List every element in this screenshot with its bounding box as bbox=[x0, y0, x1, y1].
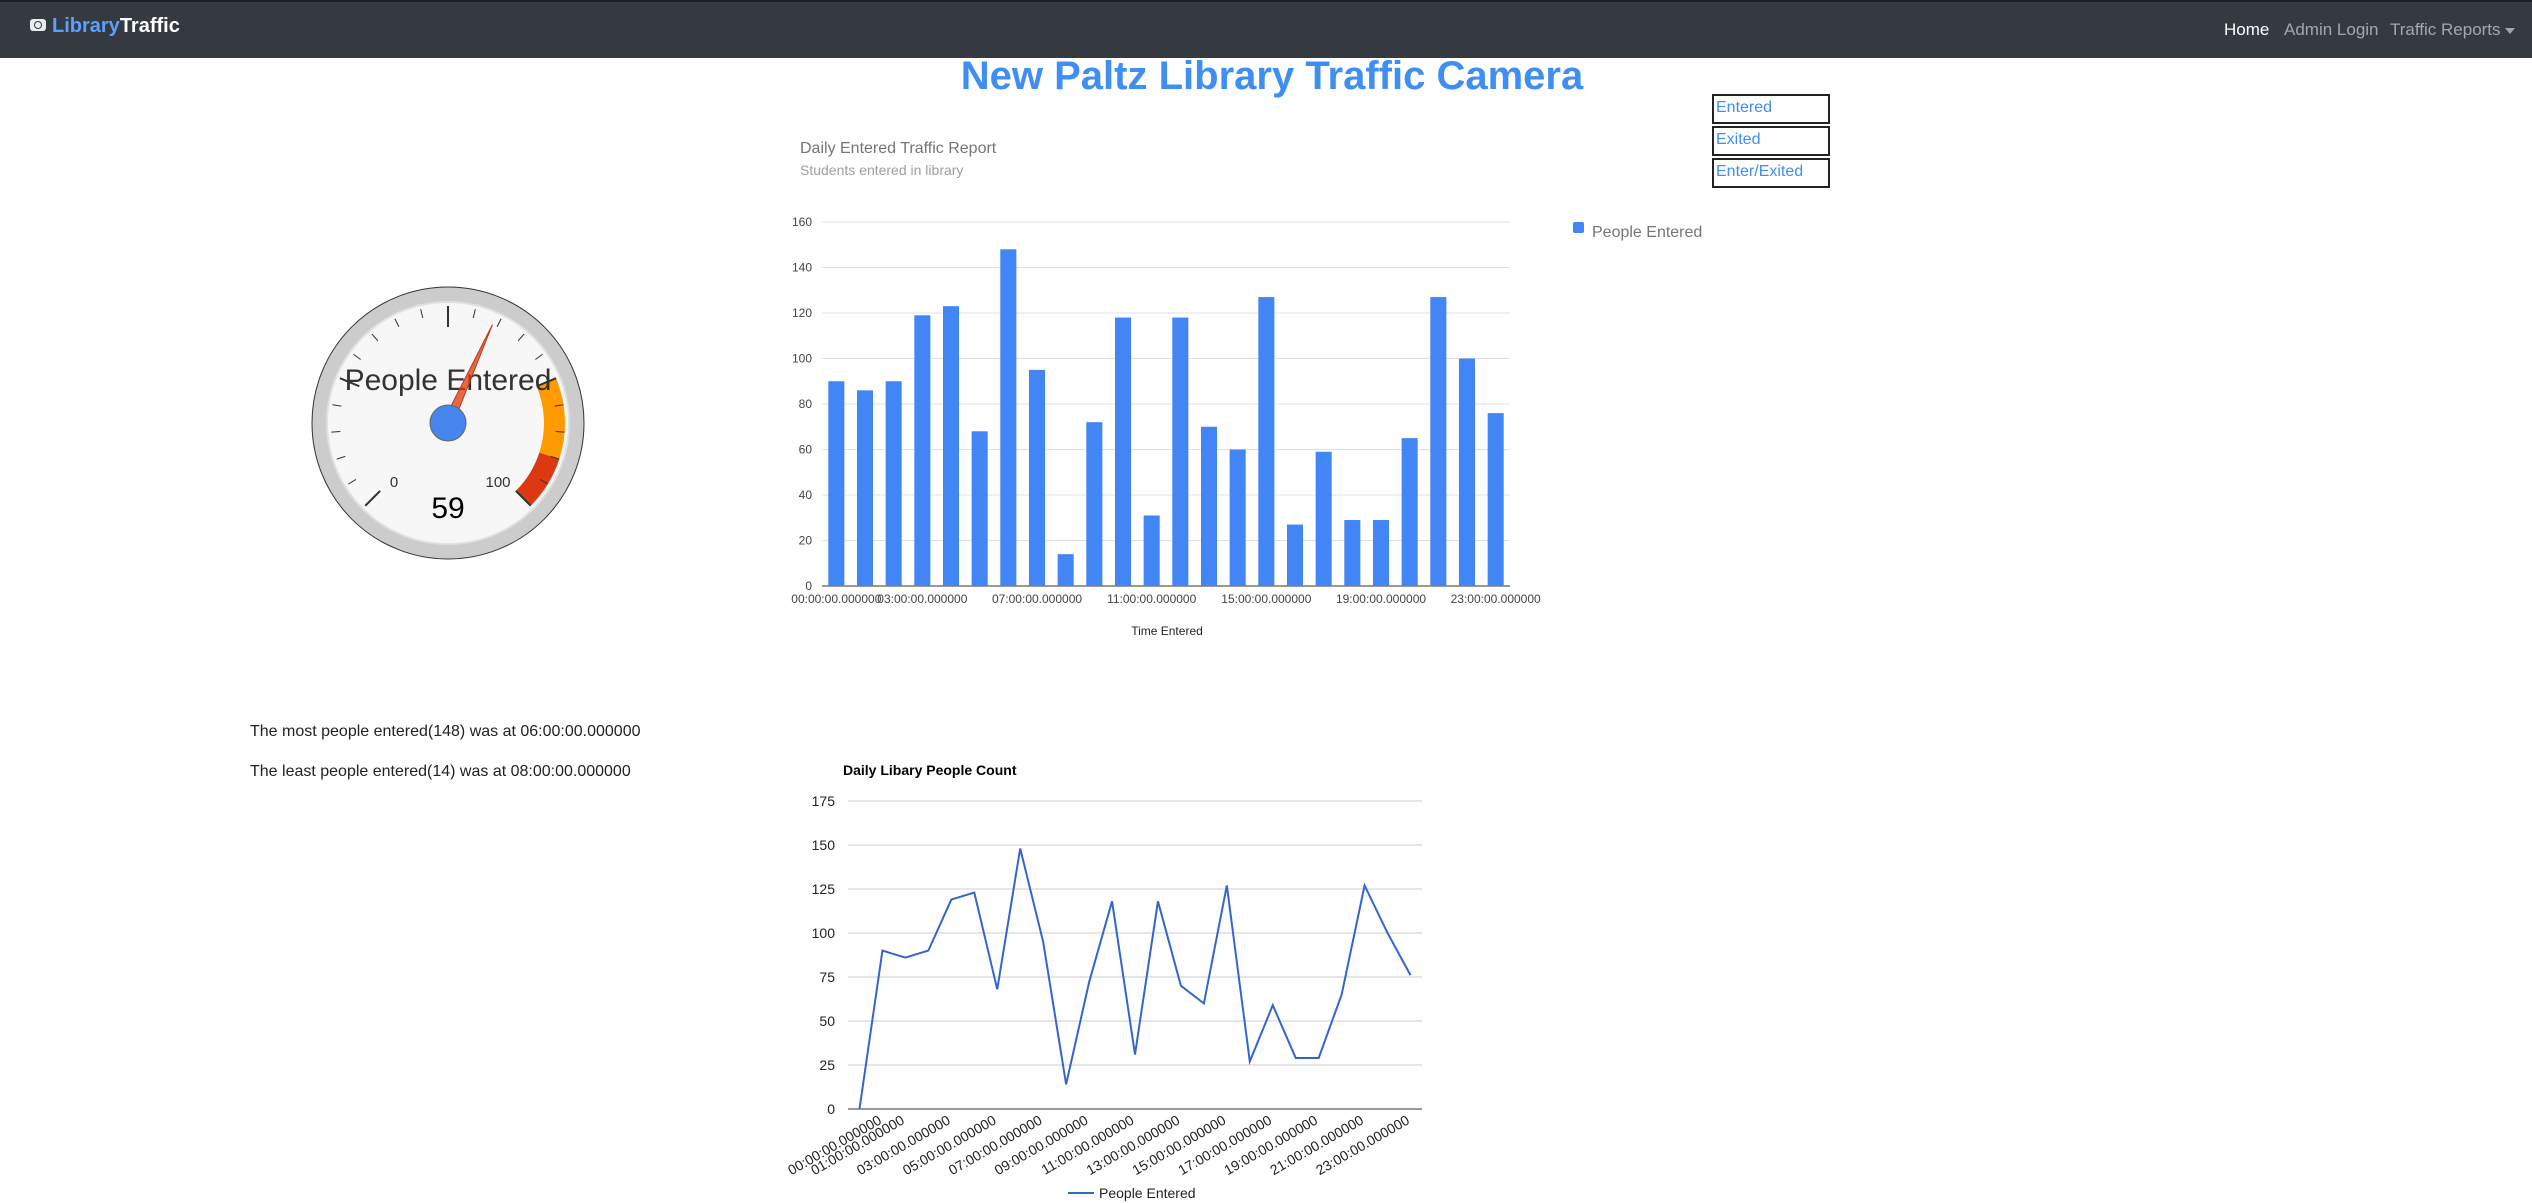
navbar: LibraryTraffic Home Admin Login Traffic … bbox=[0, 0, 2532, 58]
gauge-minor-tick bbox=[331, 430, 341, 433]
gauge-max-label: 100 bbox=[485, 474, 510, 491]
bar bbox=[1200, 426, 1218, 586]
bar-ytick-label: 120 bbox=[792, 306, 812, 320]
line-ytick-label: 0 bbox=[827, 1101, 835, 1117]
brand-traffic: Traffic bbox=[119, 15, 180, 37]
nav-home[interactable]: Home bbox=[2224, 20, 2269, 40]
bar-xtick-label: 00:00:00.000000 bbox=[791, 592, 881, 606]
brand-library: Library bbox=[52, 15, 120, 37]
bar-xtick-label: 23:00:00.000000 bbox=[1451, 592, 1541, 606]
bar-chart-xlabel: Time Entered bbox=[1131, 624, 1203, 638]
bar-ytick-label: 80 bbox=[799, 397, 813, 411]
bar-ytick-label: 40 bbox=[799, 488, 813, 502]
gauge-minor-tick bbox=[555, 430, 565, 433]
bar-legend-label: People Entered bbox=[1592, 224, 1702, 241]
bar bbox=[1258, 297, 1275, 586]
line-ytick-label: 50 bbox=[819, 1013, 835, 1029]
stat-most-entered: The most people entered(148) was at 06:0… bbox=[250, 723, 641, 740]
bar bbox=[1172, 317, 1189, 586]
bar bbox=[1372, 520, 1390, 586]
gauge-label: People Entered bbox=[345, 364, 552, 397]
bar bbox=[1458, 358, 1476, 586]
bar bbox=[1401, 438, 1418, 586]
bar-ytick-label: 60 bbox=[799, 443, 813, 457]
bar bbox=[1344, 520, 1361, 586]
bar bbox=[1028, 369, 1046, 586]
bar-ytick-label: 0 bbox=[805, 579, 812, 593]
nav-admin-login[interactable]: Admin Login bbox=[2284, 20, 2379, 40]
bar bbox=[828, 381, 845, 586]
bar bbox=[1143, 515, 1160, 586]
brand-link[interactable]: LibraryTraffic bbox=[30, 15, 180, 38]
gauge-hub bbox=[429, 404, 467, 442]
stat-least-entered: The least people entered(14) was at 08:0… bbox=[250, 763, 631, 780]
bar-ytick-label: 100 bbox=[792, 352, 812, 366]
bar bbox=[1430, 297, 1447, 586]
nav-traffic-reports[interactable]: Traffic Reports bbox=[2390, 20, 2515, 40]
bar bbox=[1487, 413, 1504, 586]
line-ytick-label: 125 bbox=[812, 881, 836, 897]
bar-xtick-label: 19:00:00.000000 bbox=[1336, 592, 1426, 606]
gauge-people-entered: People Entered 0 100 59 bbox=[311, 286, 585, 560]
chevron-down-icon bbox=[2504, 27, 2515, 34]
bar bbox=[885, 381, 902, 586]
bar bbox=[1286, 524, 1304, 586]
bar bbox=[971, 431, 988, 586]
bar-xtick-label: 03:00:00.000000 bbox=[877, 592, 967, 606]
bar bbox=[942, 306, 960, 586]
nav-traffic-reports-label: Traffic Reports bbox=[2390, 20, 2501, 39]
line-ytick-label: 150 bbox=[812, 837, 836, 853]
bar bbox=[1229, 449, 1246, 586]
bar-legend-swatch bbox=[1573, 222, 1584, 233]
line-ytick-label: 25 bbox=[819, 1057, 835, 1073]
bar-ytick-label: 20 bbox=[799, 534, 813, 548]
bar-xtick-label: 07:00:00.000000 bbox=[992, 592, 1082, 606]
bar bbox=[1114, 317, 1132, 586]
gauge-min-label: 0 bbox=[390, 474, 398, 491]
bar-chart-subtitle: Students entered in library bbox=[800, 162, 963, 178]
bar-chart-title: Daily Entered Traffic Report bbox=[800, 140, 997, 157]
bar-chart-daily-entered: Daily Entered Traffic Report Students en… bbox=[791, 140, 1702, 638]
gauge-value: 59 bbox=[431, 492, 464, 525]
line-chart-title: Daily Libary People Count bbox=[843, 762, 1017, 778]
bar bbox=[1086, 422, 1103, 586]
bar-ytick-label: 160 bbox=[792, 215, 812, 229]
bar bbox=[1000, 249, 1017, 587]
bar bbox=[914, 315, 931, 586]
line-ytick-label: 175 bbox=[812, 793, 836, 809]
bar-xtick-label: 11:00:00.000000 bbox=[1107, 592, 1197, 606]
bar bbox=[1315, 451, 1332, 586]
link-entered[interactable]: Entered bbox=[1712, 94, 1830, 124]
line-legend-label: People Entered bbox=[1099, 1185, 1196, 1201]
bar-ytick-label: 140 bbox=[792, 261, 812, 275]
camera-icon bbox=[30, 18, 46, 31]
line-ytick-label: 100 bbox=[812, 925, 836, 941]
bar bbox=[1057, 554, 1074, 586]
bar-xtick-label: 15:00:00.000000 bbox=[1221, 592, 1311, 606]
line-ytick-label: 75 bbox=[819, 969, 835, 985]
line-series-people-entered bbox=[858, 848, 1412, 1110]
line-chart-daily-count: Daily Libary People Count 0 25 50 75 100 125 1… bbox=[785, 762, 1422, 1201]
page-title: New Paltz Library Traffic Camera bbox=[960, 54, 1584, 98]
bar bbox=[856, 390, 874, 586]
